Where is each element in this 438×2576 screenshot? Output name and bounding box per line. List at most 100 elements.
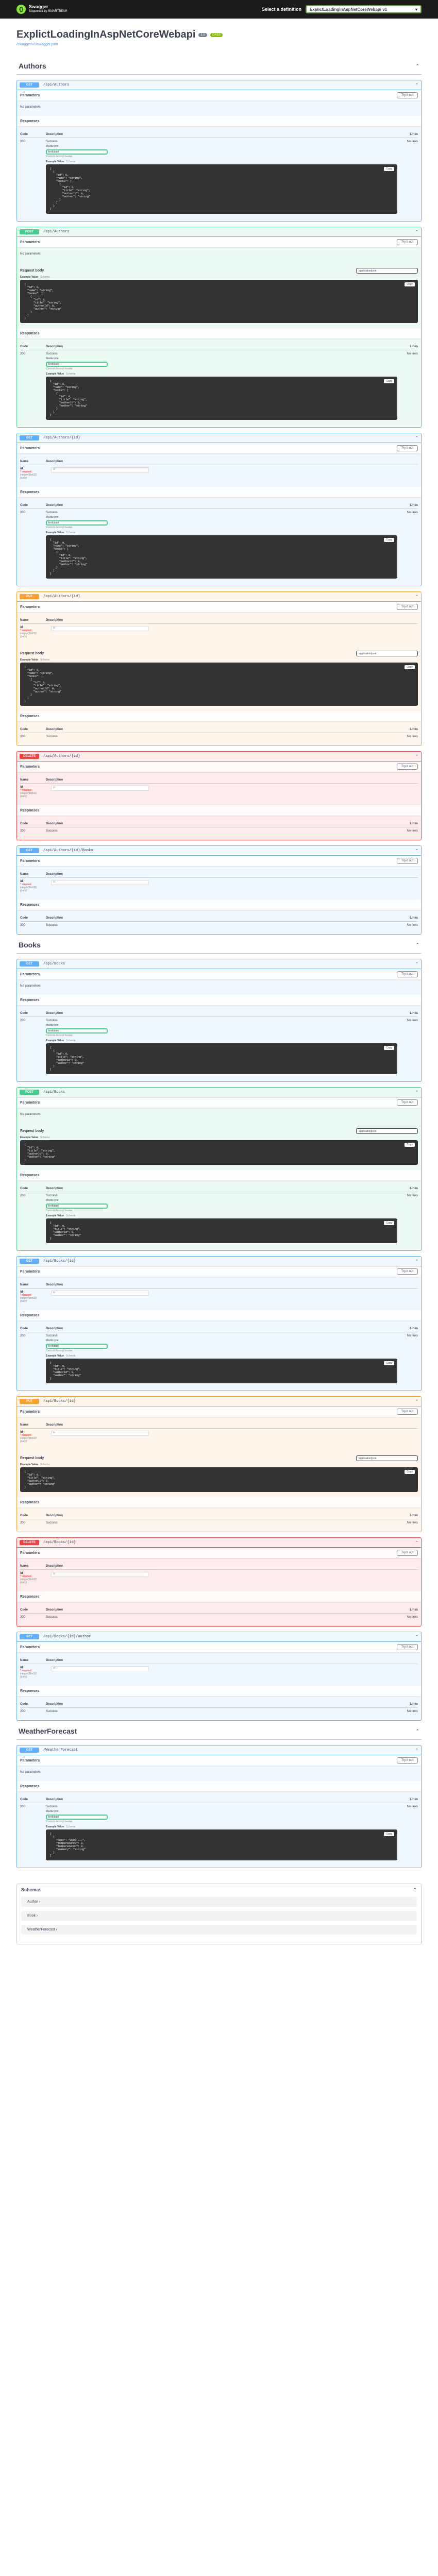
schema-tab[interactable]: Schema bbox=[40, 1463, 49, 1466]
schema-tab[interactable]: Schema bbox=[40, 276, 49, 279]
chevron-up-icon[interactable]: ⌃ bbox=[413, 1887, 417, 1893]
chevron-up-icon[interactable]: ⌃ bbox=[415, 1259, 418, 1263]
chevron-up-icon[interactable]: ⌃ bbox=[415, 436, 418, 440]
try-it-out-button[interactable]: Try it out bbox=[396, 1757, 418, 1764]
operation-header[interactable]: GET/api/Authors ⌃ bbox=[17, 80, 421, 90]
schema-model[interactable]: WeatherForecast › bbox=[21, 1925, 417, 1935]
id-input[interactable]: id bbox=[51, 1431, 149, 1436]
tag-authors[interactable]: Authors ⌃ bbox=[16, 58, 422, 75]
id-input[interactable]: id bbox=[51, 880, 149, 885]
schema-model[interactable]: Book › bbox=[21, 1911, 417, 1921]
content-type-select[interactable]: application/json bbox=[356, 651, 418, 656]
operation-header[interactable]: GET/api/Authors/{id}/Books ⌃ bbox=[17, 846, 421, 856]
example-value-tab[interactable]: Example Value bbox=[46, 160, 64, 163]
chevron-up-icon[interactable]: ⌃ bbox=[415, 754, 418, 758]
example-value-tab[interactable]: Example Value bbox=[20, 276, 38, 279]
example-value-tab[interactable]: Example Value bbox=[20, 1136, 38, 1139]
example-value-tab[interactable]: Example Value bbox=[46, 1825, 64, 1828]
chevron-up-icon[interactable]: ⌃ bbox=[415, 595, 418, 599]
content-type-select[interactable]: application/json bbox=[356, 1455, 418, 1461]
operation-header[interactable]: DELETE/api/Books/{id} ⌃ bbox=[17, 1538, 421, 1548]
schema-tab[interactable]: Schema bbox=[40, 1136, 49, 1139]
media-type-select[interactable]: text/plain bbox=[46, 1344, 108, 1349]
operation-header[interactable]: DELETE/api/Authors/{id} ⌃ bbox=[17, 752, 421, 761]
media-type-select[interactable]: text/plain bbox=[46, 1204, 108, 1209]
example-value-tab[interactable]: Example Value bbox=[46, 531, 64, 534]
copy-button[interactable]: Copy bbox=[405, 1470, 415, 1474]
id-input[interactable]: id bbox=[51, 786, 149, 791]
example-value-tab[interactable]: Example Value bbox=[46, 1214, 64, 1217]
operation-header[interactable]: PUT/api/Authors/{id} ⌃ bbox=[17, 592, 421, 602]
media-type-select[interactable]: text/plain bbox=[46, 362, 108, 367]
operation-header[interactable]: PUT/api/Books/{id} ⌃ bbox=[17, 1397, 421, 1406]
media-type-select[interactable]: text/plain bbox=[46, 149, 108, 155]
definition-select[interactable]: ExplictLoadingInAspNetCoreWebapi v1 ▾ bbox=[306, 5, 422, 13]
swagger-logo[interactable]: {} Swagger Supported by SMARTBEAR bbox=[16, 5, 68, 14]
chevron-up-icon[interactable]: ⌃ bbox=[415, 83, 418, 87]
schema-tab[interactable]: Schema bbox=[40, 658, 49, 662]
example-value-tab[interactable]: Example Value bbox=[20, 658, 38, 662]
chevron-up-icon[interactable]: ⌃ bbox=[415, 1748, 418, 1752]
copy-button[interactable]: Copy bbox=[384, 1221, 394, 1225]
operation-header[interactable]: GET/api/Books ⌃ bbox=[17, 959, 421, 969]
tag-weatherforecast[interactable]: WeatherForecast ⌃ bbox=[16, 1723, 422, 1740]
id-input[interactable]: id bbox=[51, 1291, 149, 1296]
operation-header[interactable]: POST/api/Authors ⌃ bbox=[17, 227, 421, 237]
try-it-out-button[interactable]: Try it out bbox=[396, 604, 418, 610]
chevron-up-icon[interactable]: ⌃ bbox=[415, 942, 419, 948]
chevron-up-icon[interactable]: ⌃ bbox=[415, 1635, 418, 1639]
schema-tab[interactable]: Schema bbox=[66, 1825, 75, 1828]
chevron-up-icon[interactable]: ⌃ bbox=[415, 849, 418, 853]
schema-tab[interactable]: Schema bbox=[66, 1039, 75, 1042]
try-it-out-button[interactable]: Try it out bbox=[396, 858, 418, 864]
chevron-up-icon[interactable]: ⌃ bbox=[415, 1090, 418, 1094]
example-value-tab[interactable]: Example Value bbox=[20, 1463, 38, 1466]
copy-button[interactable]: Copy bbox=[384, 538, 394, 542]
chevron-up-icon[interactable]: ⌃ bbox=[415, 230, 418, 234]
schema-tab[interactable]: Schema bbox=[66, 1214, 75, 1217]
operation-header[interactable]: GET/api/Books/{id} ⌃ bbox=[17, 1257, 421, 1266]
id-input[interactable]: id bbox=[51, 467, 149, 472]
operation-header[interactable]: GET/WeatherForecast ⌃ bbox=[17, 1745, 421, 1755]
media-type-select[interactable]: text/plain bbox=[46, 1028, 108, 1033]
chevron-up-icon[interactable]: ⌃ bbox=[415, 1540, 418, 1545]
media-type-select[interactable]: text/plain bbox=[46, 1815, 108, 1820]
schema-tab[interactable]: Schema bbox=[66, 1354, 75, 1358]
try-it-out-button[interactable]: Try it out bbox=[396, 1099, 418, 1106]
id-input[interactable]: id bbox=[51, 1666, 149, 1671]
chevron-up-icon[interactable]: ⌃ bbox=[415, 1399, 418, 1403]
copy-button[interactable]: Copy bbox=[384, 1046, 394, 1050]
schema-tab[interactable]: Schema bbox=[66, 531, 75, 534]
try-it-out-button[interactable]: Try it out bbox=[396, 1550, 418, 1556]
tag-books[interactable]: Books ⌃ bbox=[16, 937, 422, 954]
schema-tab[interactable]: Schema bbox=[66, 372, 75, 376]
copy-button[interactable]: Copy bbox=[384, 1361, 394, 1365]
content-type-select[interactable]: application/json bbox=[356, 268, 418, 274]
example-value-tab[interactable]: Example Value bbox=[46, 1354, 64, 1358]
media-type-select[interactable]: text/plain bbox=[46, 520, 108, 526]
schema-model[interactable]: Author › bbox=[21, 1897, 417, 1907]
try-it-out-button[interactable]: Try it out bbox=[396, 1268, 418, 1275]
id-input[interactable]: id bbox=[51, 626, 149, 631]
operation-header[interactable]: GET/api/Books/{id}/author ⌃ bbox=[17, 1632, 421, 1642]
example-value-tab[interactable]: Example Value bbox=[46, 1039, 64, 1042]
try-it-out-button[interactable]: Try it out bbox=[396, 971, 418, 977]
copy-button[interactable]: Copy bbox=[384, 167, 394, 171]
content-type-select[interactable]: application/json bbox=[356, 1128, 418, 1134]
operation-header[interactable]: GET/api/Authors/{id} ⌃ bbox=[17, 433, 421, 443]
try-it-out-button[interactable]: Try it out bbox=[396, 239, 418, 245]
copy-button[interactable]: Copy bbox=[384, 379, 394, 383]
copy-button[interactable]: Copy bbox=[405, 1143, 415, 1147]
swagger-json-link[interactable]: /swagger/v1/swagger.json bbox=[16, 43, 422, 46]
example-value-tab[interactable]: Example Value bbox=[46, 372, 64, 376]
schema-tab[interactable]: Schema bbox=[66, 160, 75, 163]
operation-header[interactable]: POST/api/Books ⌃ bbox=[17, 1088, 421, 1097]
try-it-out-button[interactable]: Try it out bbox=[396, 445, 418, 451]
id-input[interactable]: id bbox=[51, 1572, 149, 1577]
chevron-up-icon[interactable]: ⌃ bbox=[415, 1728, 419, 1734]
try-it-out-button[interactable]: Try it out bbox=[396, 92, 418, 98]
try-it-out-button[interactable]: Try it out bbox=[396, 1644, 418, 1650]
copy-button[interactable]: Copy bbox=[384, 1832, 394, 1836]
copy-button[interactable]: Copy bbox=[405, 282, 415, 286]
try-it-out-button[interactable]: Try it out bbox=[396, 764, 418, 770]
